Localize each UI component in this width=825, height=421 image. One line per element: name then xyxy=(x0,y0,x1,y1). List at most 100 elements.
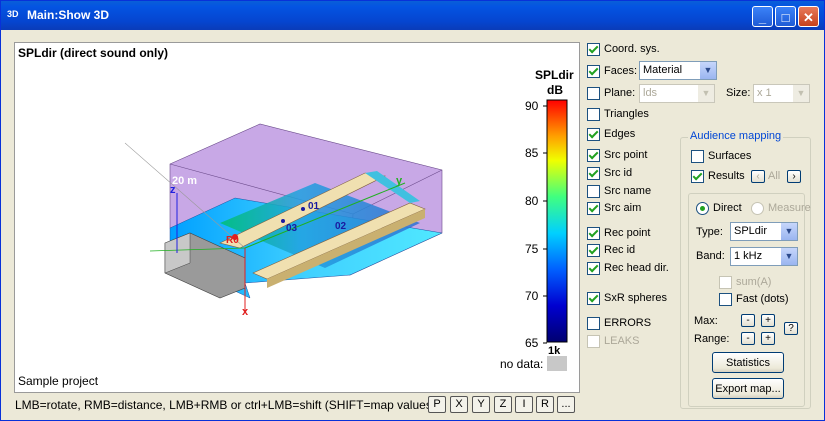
src-name-checkbox[interactable]: Src name xyxy=(587,183,651,199)
leaks-checkbox[interactable]: LEAKS xyxy=(587,333,639,349)
project-name: Sample project xyxy=(18,374,99,388)
maximize-button[interactable]: □ xyxy=(775,6,796,27)
chevron-down-icon[interactable]: ▼ xyxy=(780,223,797,240)
checkbox-box[interactable] xyxy=(691,169,704,183)
chevron-down-icon[interactable]: ▼ xyxy=(697,85,714,102)
checkbox-box[interactable] xyxy=(587,201,600,215)
size-select[interactable]: x 1 ▼ xyxy=(753,84,810,103)
scale-tick-75: 75 xyxy=(525,242,539,256)
scale-ticks: 90 85 80 75 70 65 xyxy=(525,99,547,350)
radio-dot[interactable] xyxy=(751,201,764,215)
scale-tick-70: 70 xyxy=(525,289,539,303)
checkbox-box[interactable] xyxy=(587,42,600,56)
scale-tick-90: 90 xyxy=(525,99,539,113)
3d-viewport[interactable]: SPLdir (direct sound only) x y z 20 m 01… xyxy=(14,42,580,393)
checkbox-box[interactable] xyxy=(587,316,600,330)
rec-head-checkbox[interactable]: Rec head dir. xyxy=(587,260,669,276)
rec-id-checkbox[interactable]: Rec id xyxy=(587,242,635,258)
source-point xyxy=(281,219,285,223)
checkbox-box[interactable] xyxy=(587,127,600,141)
src-aim-checkbox[interactable]: Src aim xyxy=(587,200,641,216)
y-axis-label: y xyxy=(396,175,403,187)
title-bar[interactable]: 3D Main:Show 3D _ □ ✕ xyxy=(1,1,824,30)
checkbox-box[interactable] xyxy=(587,334,600,348)
help-button[interactable]: ? xyxy=(784,322,798,335)
3d-scene[interactable]: x y z 20 m 01 02 03 R0 SPLdir dB 90 85 8… xyxy=(15,43,579,392)
direct-radio[interactable]: Direct xyxy=(696,200,742,216)
errors-checkbox[interactable]: ERRORS xyxy=(587,315,651,331)
view-button-x[interactable]: X xyxy=(450,396,468,413)
source-label-02: 02 xyxy=(335,221,347,232)
close-button[interactable]: ✕ xyxy=(798,6,819,27)
checkbox-box[interactable] xyxy=(587,184,600,198)
type-select[interactable]: SPLdir ▼ xyxy=(730,222,798,241)
scale-unit: dB xyxy=(547,83,563,97)
prev-result-button[interactable]: ‹ xyxy=(751,170,765,183)
band-label: 1k xyxy=(548,345,561,357)
surfaces-checkbox[interactable]: Surfaces xyxy=(691,148,751,164)
checkbox-box[interactable] xyxy=(587,243,600,257)
band-select[interactable]: 1 kHz ▼ xyxy=(730,247,798,266)
scale-tick-65: 65 xyxy=(525,336,539,350)
band-label: Band: xyxy=(696,250,725,262)
checkbox-box[interactable] xyxy=(587,166,600,180)
chevron-down-icon[interactable]: ▼ xyxy=(792,85,809,102)
statistics-button[interactable]: Statistics xyxy=(712,352,784,373)
fast-dots-checkbox[interactable]: Fast (dots) xyxy=(719,291,789,307)
checkbox-box[interactable] xyxy=(719,275,732,289)
view-button-p[interactable]: P xyxy=(428,396,446,413)
view-button-y[interactable]: Y xyxy=(472,396,490,413)
next-result-button[interactable]: › xyxy=(787,170,801,183)
checkbox-box[interactable] xyxy=(587,107,600,121)
checkbox-box[interactable] xyxy=(587,226,600,240)
triangles-checkbox[interactable]: Triangles xyxy=(587,106,649,122)
export-map-button[interactable]: Export map... xyxy=(712,378,784,399)
view-button-z[interactable]: Z xyxy=(494,396,512,413)
source-point xyxy=(301,207,305,211)
options-panel: Coord. sys. Faces: Material ▼ Plane: lds ▼… xyxy=(587,41,817,411)
src-point-checkbox[interactable]: Src point xyxy=(587,147,647,163)
chevron-down-icon[interactable]: ▼ xyxy=(699,62,716,79)
plane-select[interactable]: lds ▼ xyxy=(639,84,715,103)
source-label-03: 03 xyxy=(286,223,298,234)
checkbox-box[interactable] xyxy=(587,261,600,275)
main-window: 3D Main:Show 3D _ □ ✕ SPLdir (direct sou… xyxy=(0,0,825,421)
checkbox-box[interactable] xyxy=(587,64,600,78)
result-options-group: Direct Measure Type: SPLdir ▼ Band: 1 kHz… xyxy=(688,193,811,407)
checkbox-box[interactable] xyxy=(587,86,600,100)
radio-dot[interactable] xyxy=(696,201,709,215)
scale-label: SPLdir xyxy=(535,68,574,82)
results-checkbox[interactable]: Results xyxy=(691,168,745,184)
view-button-more[interactable]: ... xyxy=(557,396,575,413)
max-plus-button[interactable]: + xyxy=(761,314,775,327)
size-label: Size: xyxy=(726,87,751,99)
audience-mapping-legend: Audience mapping xyxy=(688,130,784,142)
max-minus-button[interactable]: - xyxy=(741,314,755,327)
range-minus-button[interactable]: - xyxy=(741,332,755,345)
max-label: Max: xyxy=(694,315,718,327)
minimize-button[interactable]: _ xyxy=(752,6,773,27)
range-label: Range: xyxy=(694,333,730,345)
view-button-i[interactable]: I xyxy=(515,396,533,413)
source-label-01: 01 xyxy=(308,201,320,212)
coord-sys-checkbox[interactable]: Coord. sys. xyxy=(587,41,660,57)
edges-checkbox[interactable]: Edges xyxy=(587,126,635,142)
checkbox-box[interactable] xyxy=(587,291,600,305)
view-button-r[interactable]: R xyxy=(536,396,554,413)
rec-point-checkbox[interactable]: Rec point xyxy=(587,225,650,241)
checkbox-box[interactable] xyxy=(691,149,704,163)
app-icon: 3D xyxy=(7,9,19,19)
chevron-down-icon[interactable]: ▼ xyxy=(780,248,797,265)
checkbox-box[interactable] xyxy=(719,292,732,306)
src-id-checkbox[interactable]: Src id xyxy=(587,165,632,181)
plane-checkbox[interactable]: Plane: xyxy=(587,85,635,101)
checkbox-box[interactable] xyxy=(587,148,600,162)
sxr-spheres-checkbox[interactable]: SxR spheres xyxy=(587,290,667,306)
range-plus-button[interactable]: + xyxy=(761,332,775,345)
status-hint: LMB=rotate, RMB=distance, LMB+RMB or ctr… xyxy=(15,398,436,412)
type-label: Type: xyxy=(696,226,723,238)
faces-select[interactable]: Material ▼ xyxy=(639,61,717,80)
sum-a-checkbox[interactable]: sum(A) xyxy=(719,274,771,290)
faces-checkbox[interactable]: Faces: xyxy=(587,63,637,79)
measure-radio[interactable]: Measure xyxy=(751,200,811,216)
